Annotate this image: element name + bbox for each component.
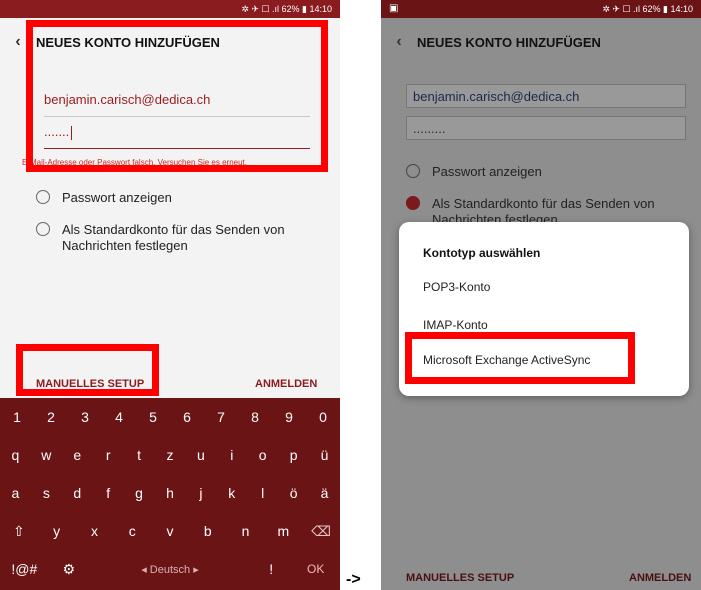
- number-key-9[interactable]: 0: [306, 409, 340, 425]
- letter-key-0[interactable]: a: [0, 485, 31, 501]
- letter-key-4[interactable]: v: [151, 523, 189, 539]
- letter-key-9[interactable]: p: [278, 447, 309, 463]
- show-password-option[interactable]: Passwort anzeigen: [406, 164, 542, 180]
- dialog-title: Kontotyp auswählen: [423, 246, 541, 260]
- right-screenshot: ▣ ✲ ✈ ☐ .ıl 62% ▮ 14:10 ‹ NEUES KONTO HI…: [381, 0, 701, 590]
- highlight-manual-setup: [16, 344, 159, 396]
- letter-key-1[interactable]: s: [31, 485, 62, 501]
- letter-key-1[interactable]: w: [31, 447, 62, 463]
- sign-in-button[interactable]: ANMELDEN: [255, 378, 317, 390]
- letter-key-4[interactable]: t: [124, 447, 155, 463]
- show-password-option[interactable]: Passwort anzeigen: [36, 190, 172, 206]
- keyboard-row-2: asdfghjklöä: [0, 474, 340, 512]
- password-field[interactable]: .........: [406, 116, 686, 140]
- gallery-icon: ▣: [389, 3, 399, 14]
- show-password-label: Passwort anzeigen: [62, 190, 172, 205]
- keyboard-row-3: ⇧ y x c v b n m ⌫: [0, 512, 340, 550]
- number-key-2[interactable]: 3: [68, 409, 102, 425]
- highlight-exchange-option: [405, 332, 635, 384]
- number-key-3[interactable]: 4: [102, 409, 136, 425]
- letter-key-7[interactable]: m: [264, 523, 302, 539]
- letter-key-3[interactable]: c: [113, 523, 151, 539]
- default-account-option[interactable]: Als Standardkonto für das Senden von Nac…: [36, 222, 296, 254]
- back-arrow-icon[interactable]: ‹: [381, 33, 417, 51]
- status-bar: ▣ ✲ ✈ ☐ .ıl 62% ▮ 14:10: [381, 0, 701, 18]
- show-password-label: Passwort anzeigen: [432, 164, 542, 179]
- number-key-5[interactable]: 6: [170, 409, 204, 425]
- letter-key-7[interactable]: k: [216, 485, 247, 501]
- keyboard-row-numbers: 1234567890: [0, 398, 340, 436]
- backspace-icon[interactable]: ⌫: [302, 523, 340, 540]
- letter-key-3[interactable]: r: [93, 447, 124, 463]
- keyboard-row-bottom: !@# ⚙ ◂ Deutsch ▸ ! OK: [0, 550, 340, 588]
- number-key-6[interactable]: 7: [204, 409, 238, 425]
- exclamation-key[interactable]: !: [251, 561, 291, 577]
- email-field[interactable]: benjamin.carisch@dedica.ch: [406, 84, 686, 108]
- letter-key-5[interactable]: h: [155, 485, 186, 501]
- manual-setup-button[interactable]: MANUELLES SETUP: [406, 572, 514, 584]
- letter-key-0[interactable]: q: [0, 447, 31, 463]
- radio-icon: [406, 164, 420, 178]
- settings-gear-icon[interactable]: ⚙: [49, 561, 89, 578]
- letter-key-8[interactable]: l: [247, 485, 278, 501]
- letter-key-10[interactable]: ü: [309, 447, 340, 463]
- letter-key-2[interactable]: x: [76, 523, 114, 539]
- password-value: .........: [413, 121, 446, 136]
- page-title: NEUES KONTO HINZUFÜGEN: [417, 34, 601, 50]
- status-indicators: ✲ ✈ ☐ .ıl 62% ▮ 14:10: [602, 3, 693, 14]
- letter-key-2[interactable]: e: [62, 447, 93, 463]
- default-account-label: Als Standardkonto für das Senden von Nac…: [432, 196, 655, 222]
- letter-key-9[interactable]: ö: [278, 485, 309, 501]
- default-account-label: Als Standardkonto für das Senden von Nac…: [62, 222, 285, 253]
- radio-icon: [36, 190, 50, 204]
- letter-key-6[interactable]: j: [185, 485, 216, 501]
- option-pop3[interactable]: POP3-Konto: [423, 280, 490, 294]
- letter-key-5[interactable]: b: [189, 523, 227, 539]
- letter-key-1[interactable]: y: [38, 523, 76, 539]
- letter-key-3[interactable]: f: [93, 485, 124, 501]
- letter-key-10[interactable]: ä: [309, 485, 340, 501]
- step-arrow: ->: [346, 571, 361, 588]
- ok-key[interactable]: OK: [291, 562, 340, 576]
- space-bar-language[interactable]: ◂ Deutsch ▸: [89, 563, 251, 576]
- keyboard-row-1: qwertzuiopü: [0, 436, 340, 474]
- number-key-4[interactable]: 5: [136, 409, 170, 425]
- letter-key-8[interactable]: o: [247, 447, 278, 463]
- letter-key-5[interactable]: z: [155, 447, 186, 463]
- radio-icon: [36, 222, 50, 236]
- checked-radio-icon: [406, 196, 420, 210]
- letter-key-2[interactable]: d: [62, 485, 93, 501]
- letter-key-7[interactable]: i: [216, 447, 247, 463]
- default-account-option[interactable]: Als Standardkonto für das Senden von Nac…: [406, 196, 676, 222]
- email-value: benjamin.carisch@dedica.ch: [413, 89, 580, 104]
- number-key-7[interactable]: 8: [238, 409, 272, 425]
- status-indicators: ✲ ✈ ☐ .ıl 62% ▮ 14:10: [241, 3, 332, 14]
- app-bar: ‹ NEUES KONTO HINZUFÜGEN: [381, 18, 701, 66]
- keyboard: 1234567890 qwertzuiopü asdfghjklöä ⇧ y x c v…: [0, 398, 340, 590]
- option-imap[interactable]: IMAP-Konto: [423, 318, 488, 332]
- shift-icon[interactable]: ⇧: [0, 523, 38, 540]
- number-key-1[interactable]: 2: [34, 409, 68, 425]
- highlight-credentials: [26, 20, 328, 172]
- letter-key-6[interactable]: u: [185, 447, 216, 463]
- letter-key-6[interactable]: n: [227, 523, 265, 539]
- number-key-8[interactable]: 9: [272, 409, 306, 425]
- sign-in-button[interactable]: ANMELDEN: [629, 572, 691, 584]
- number-key-0[interactable]: 1: [0, 409, 34, 425]
- letter-key-4[interactable]: g: [124, 485, 155, 501]
- status-bar: ✲ ✈ ☐ .ıl 62% ▮ 14:10: [0, 0, 340, 18]
- symbols-key[interactable]: !@#: [0, 561, 49, 577]
